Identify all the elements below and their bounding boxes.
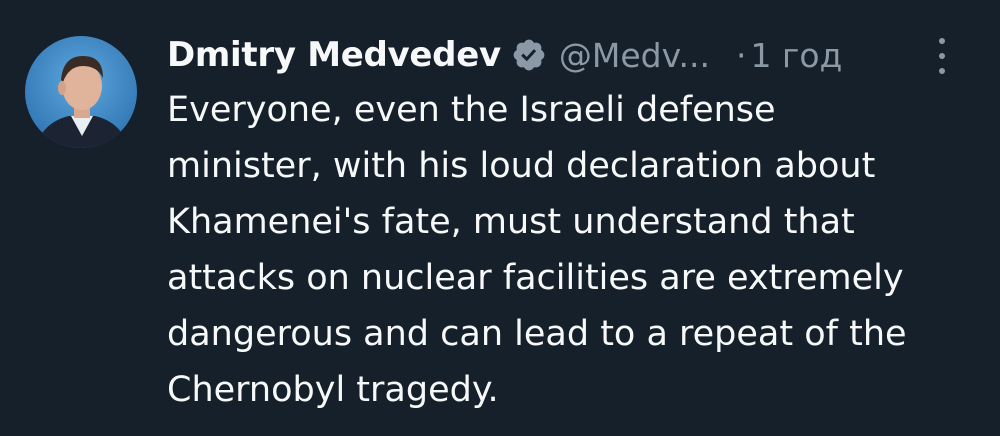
verified-badge-icon [511,37,547,73]
tweet-text-line: attacks on nuclear facilities are extrem… [167,258,904,298]
tweet-text-line: dangerous and can lead to a repeat of th… [167,314,907,354]
tweet[interactable]: Dmitry Medvedev @Medv... · 1 год Everyon… [0,0,1000,436]
tweet-text-line: Chernobyl tragedy. [167,370,499,410]
tweet-text-line: minister, with his loud declaration abou… [167,146,876,186]
tweet-text: Everyone, even the Israeli defense minis… [167,82,987,418]
separator-dot: · [736,35,747,75]
avatar[interactable] [25,36,137,148]
tweet-text-line: Khamenei's fate, must understand that [167,202,855,242]
more-vertical-icon[interactable] [930,38,954,74]
profile-photo-icon [25,36,137,148]
author-display-name[interactable]: Dmitry Medvedev [167,35,501,75]
author-handle[interactable]: @Medv... [559,36,710,75]
tweet-header: Dmitry Medvedev @Medv... · 1 год [167,30,967,80]
timestamp[interactable]: 1 год [751,36,843,75]
tweet-text-line: Everyone, even the Israeli defense [167,90,776,130]
